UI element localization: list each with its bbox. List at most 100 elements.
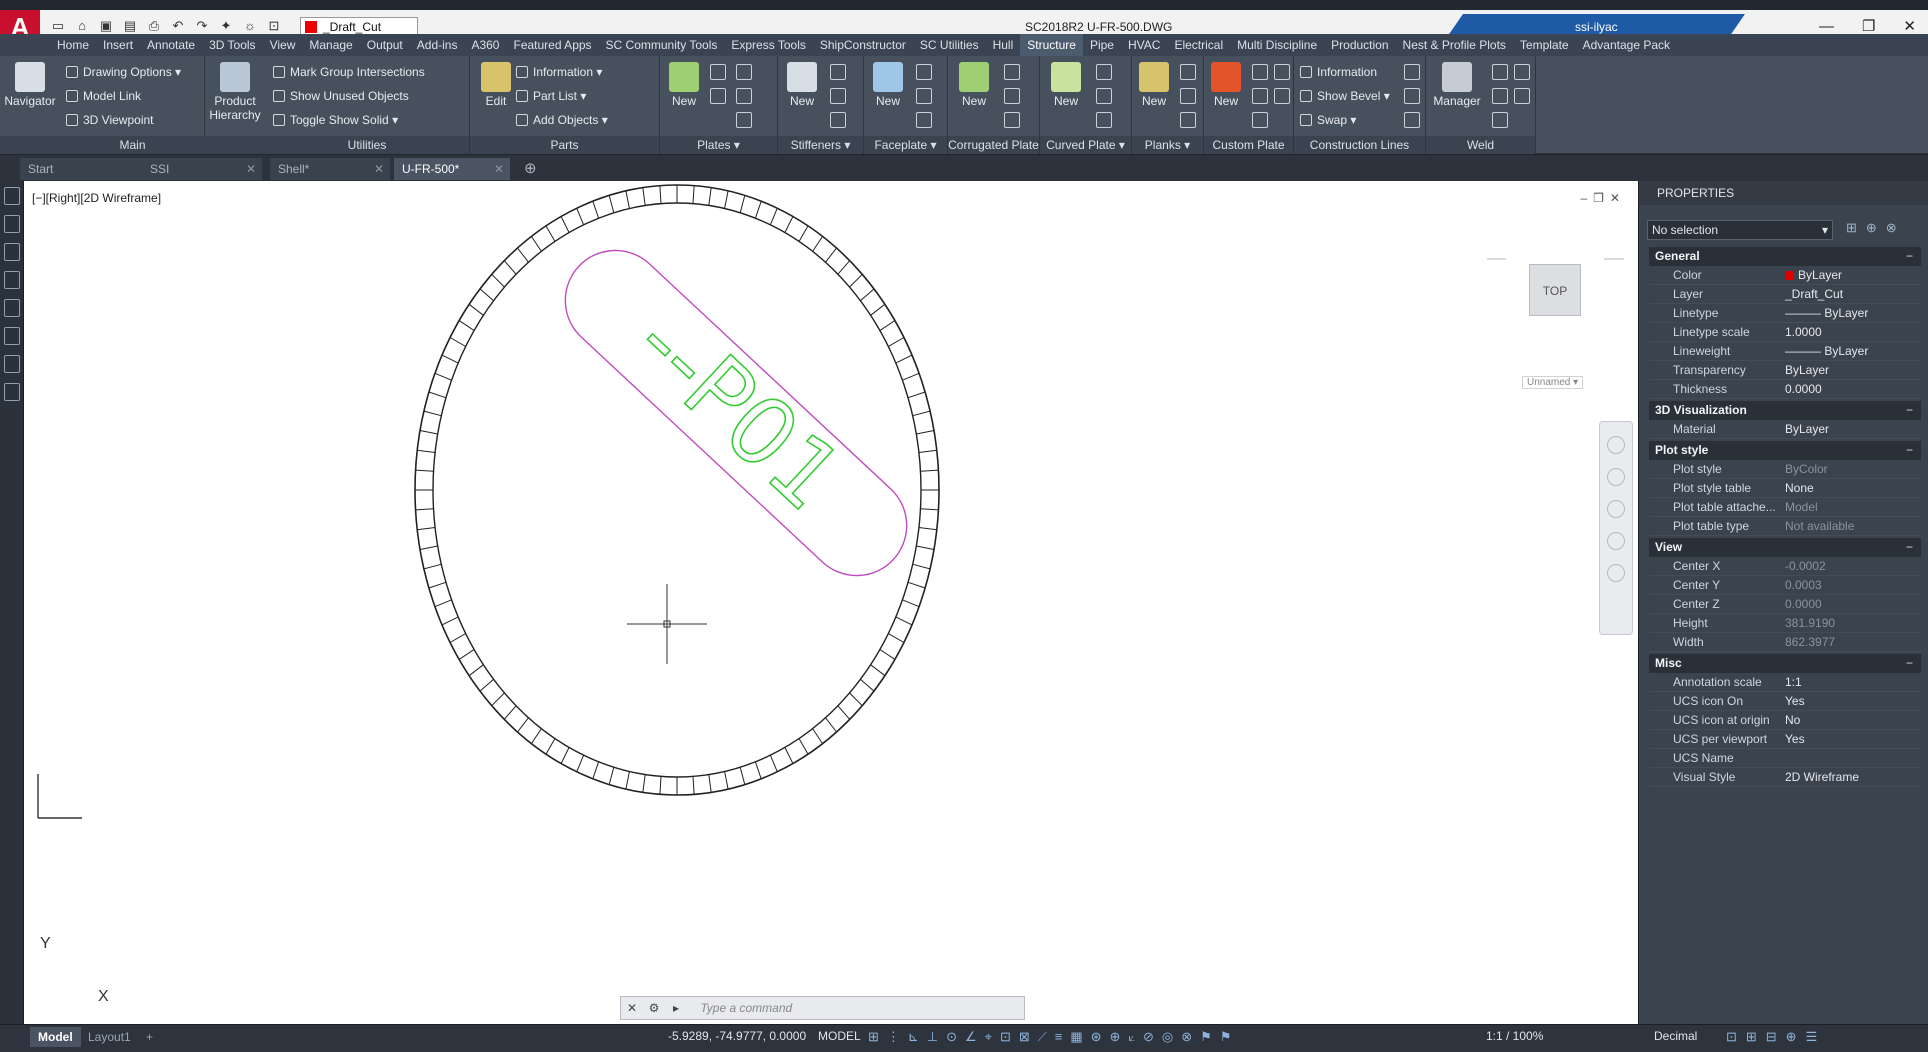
- ribbon-tab-insert[interactable]: Insert: [96, 34, 140, 56]
- property-value[interactable]: None: [1783, 479, 1921, 497]
- planks-new-button[interactable]: New: [1132, 62, 1176, 108]
- status-right-icons[interactable]: ⊡⊞⊟⊕☰: [1726, 1029, 1826, 1045]
- property-value[interactable]: ByLayer: [1783, 361, 1921, 379]
- custom-tool-icon[interactable]: [1274, 64, 1290, 80]
- ribbon-tab-3d-tools[interactable]: 3D Tools: [202, 34, 262, 56]
- line-tool-icon[interactable]: [4, 187, 20, 205]
- property-value[interactable]: 0.0000: [1783, 595, 1921, 613]
- property-value[interactable]: ByLayer: [1783, 420, 1921, 438]
- circle-tool-icon[interactable]: [4, 243, 20, 261]
- custom-tool-icon[interactable]: [1274, 88, 1290, 104]
- plate-tool-icon[interactable]: [710, 64, 726, 80]
- edit-button[interactable]: Edit: [474, 62, 518, 108]
- curved-tool-icon[interactable]: [1096, 88, 1112, 104]
- curved-tool-icon[interactable]: [1096, 112, 1112, 128]
- construction-tool-icon[interactable]: [1404, 112, 1420, 128]
- custom-tool-icon[interactable]: [1252, 64, 1268, 80]
- property-row[interactable]: Layer _Draft_Cut: [1649, 285, 1921, 304]
- construction-tool-icon[interactable]: [1404, 88, 1420, 104]
- property-value[interactable]: ByLayer: [1783, 266, 1921, 284]
- layout1-tab[interactable]: Layout1: [80, 1027, 139, 1047]
- orbit-icon[interactable]: [1607, 532, 1625, 550]
- corrugated-tool-icon[interactable]: [1004, 112, 1020, 128]
- ribbon-tab-production[interactable]: Production: [1324, 34, 1395, 56]
- document-tab[interactable]: SSI ✕: [142, 158, 262, 180]
- collapse-icon[interactable]: −: [1906, 441, 1913, 460]
- stiffeners-new-button[interactable]: New: [780, 62, 824, 108]
- polyline-tool-icon[interactable]: [4, 215, 20, 233]
- selection-dropdown[interactable]: No selection ▾: [1647, 220, 1833, 240]
- property-row[interactable]: Center Y 0.0003: [1649, 576, 1921, 595]
- plank-tool-icon[interactable]: [1180, 88, 1196, 104]
- plate-tool-icon[interactable]: [736, 112, 752, 128]
- faceplate-tool-icon[interactable]: [916, 64, 932, 80]
- stiffener-tool-icon[interactable]: [830, 88, 846, 104]
- ribbon-tab-view[interactable]: View: [263, 34, 303, 56]
- ucs-menu[interactable]: Unnamed ▾: [1522, 376, 1584, 389]
- document-tab[interactable]: U-FR-500* ✕: [394, 158, 510, 180]
- ribbon-tab-advantage-pack[interactable]: Advantage Pack: [1576, 34, 1677, 56]
- close-tab-icon[interactable]: ✕: [374, 158, 384, 180]
- faceplate-new-button[interactable]: New: [866, 62, 910, 108]
- corrugated-tool-icon[interactable]: [1004, 64, 1020, 80]
- viewport-controls-label[interactable]: [−][Right][2D Wireframe]: [32, 191, 161, 205]
- weld-manager-button[interactable]: Manager: [1428, 62, 1486, 108]
- drawing-options-button[interactable]: Drawing Options ▾: [66, 62, 181, 82]
- property-value[interactable]: Model: [1783, 498, 1921, 516]
- new-tab-button[interactable]: ⊕: [524, 159, 537, 177]
- plate-tool-icon[interactable]: [736, 88, 752, 104]
- model-link-button[interactable]: Model Link: [66, 86, 141, 106]
- property-row[interactable]: UCS per viewport Yes: [1649, 730, 1921, 749]
- construction-tool-icon[interactable]: [1404, 64, 1420, 80]
- plate-tool-icon[interactable]: [736, 64, 752, 80]
- units-dropdown[interactable]: Decimal: [1654, 1029, 1697, 1043]
- ribbon-tab-manage[interactable]: Manage: [302, 34, 359, 56]
- property-row[interactable]: Plot style table None: [1649, 479, 1921, 498]
- property-value[interactable]: 0.0000: [1783, 380, 1921, 398]
- close-tab-icon[interactable]: ✕: [246, 158, 256, 180]
- property-row[interactable]: Linetype ——— ByLayer: [1649, 304, 1921, 323]
- property-value[interactable]: 2D Wireframe: [1783, 768, 1921, 786]
- command-input[interactable]: Type a command: [700, 1001, 792, 1015]
- property-value[interactable]: ——— ByLayer: [1783, 342, 1921, 360]
- document-tab[interactable]: Start: [20, 158, 156, 180]
- ribbon-tab-pipe[interactable]: Pipe: [1083, 34, 1121, 56]
- custom-tool-icon[interactable]: [1252, 88, 1268, 104]
- property-value[interactable]: 862.3977: [1783, 633, 1921, 651]
- property-value[interactable]: [1783, 749, 1921, 767]
- property-row[interactable]: Material ByLayer: [1649, 420, 1921, 439]
- custom-plate-new-button[interactable]: New: [1204, 62, 1248, 108]
- property-value[interactable]: Not available: [1783, 517, 1921, 535]
- plank-tool-icon[interactable]: [1180, 64, 1196, 80]
- add-layout-button[interactable]: +: [138, 1027, 161, 1047]
- ribbon-tab-electrical[interactable]: Electrical: [1167, 34, 1230, 56]
- weld-tool-icon[interactable]: [1514, 64, 1530, 80]
- steering-wheel-icon[interactable]: [1607, 436, 1625, 454]
- ribbon-tab-home[interactable]: Home: [50, 34, 96, 56]
- close-tab-icon[interactable]: ✕: [494, 158, 504, 180]
- ribbon-tab-multi-discipline[interactable]: Multi Discipline: [1230, 34, 1324, 56]
- mark-group-intersections-button[interactable]: Mark Group Intersections: [273, 62, 425, 82]
- toggle-show-solid-button[interactable]: Toggle Show Solid ▾: [273, 110, 398, 130]
- collapse-icon[interactable]: −: [1906, 247, 1913, 266]
- curved-tool-icon[interactable]: [1096, 64, 1112, 80]
- stiffener-tool-icon[interactable]: [830, 64, 846, 80]
- model-space-button[interactable]: MODEL: [818, 1029, 861, 1043]
- parts-information-button[interactable]: Information ▾: [516, 62, 602, 82]
- ribbon-tab-sc-utilities[interactable]: SC Utilities: [913, 34, 986, 56]
- property-row[interactable]: Visual Style 2D Wireframe: [1649, 768, 1921, 787]
- show-bevel-button[interactable]: Show Bevel ▾: [1300, 86, 1390, 106]
- ribbon-tab-shipconstructor[interactable]: ShipConstructor: [813, 34, 913, 56]
- drafting-toggles[interactable]: ⊞⋮⊾⊥⊙∠⌖⊡⊠⟋≡▦⊛⊕⟀⊘◎⊗⚑⚑: [868, 1029, 1239, 1045]
- zoom-icon[interactable]: [1607, 500, 1625, 518]
- hatch-tool-icon[interactable]: [4, 327, 20, 345]
- property-row[interactable]: Plot table type Not available: [1649, 517, 1921, 536]
- command-history-icon[interactable]: ▸: [665, 997, 687, 1019]
- plates-new-button[interactable]: New: [662, 62, 706, 108]
- section-header[interactable]: Misc −: [1649, 654, 1921, 673]
- corrugated-new-button[interactable]: New: [952, 62, 996, 108]
- property-row[interactable]: UCS icon at origin No: [1649, 711, 1921, 730]
- ribbon-tab-express-tools[interactable]: Express Tools: [724, 34, 812, 56]
- weld-tool-icon[interactable]: [1492, 88, 1508, 104]
- ribbon-tab-hvac[interactable]: HVAC: [1121, 34, 1167, 56]
